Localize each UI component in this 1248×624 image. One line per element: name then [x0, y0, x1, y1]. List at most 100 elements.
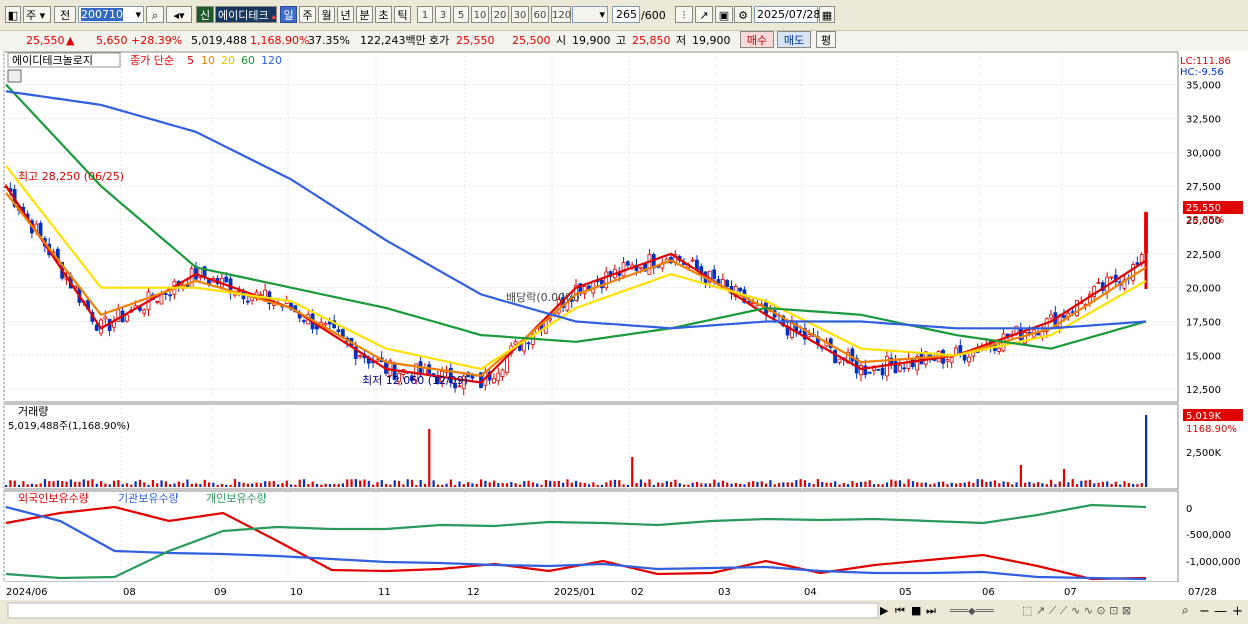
zoom-out-icon[interactable]: − — [1199, 604, 1210, 619]
new-badge[interactable]: 신 — [196, 6, 214, 23]
candle-body — [168, 294, 172, 297]
interval-button-3[interactable]: 3 — [435, 6, 451, 23]
volume-bar — [1002, 481, 1005, 487]
stock-chart[interactable]: 35,00032,50030,00027,50025,00022,50020,0… — [0, 51, 1248, 621]
calendar-icon[interactable]: ▦ — [819, 6, 835, 23]
volume-bar — [169, 484, 172, 487]
zoom-slider-icon[interactable]: ═══◆═══ — [949, 606, 995, 617]
volume-bar — [389, 484, 392, 487]
ma60-label: 60 — [241, 54, 255, 67]
stock-name-field[interactable]: 에이디테크 ▴ — [215, 6, 277, 23]
volume-bar — [251, 483, 254, 487]
zoom-search-icon[interactable]: ⌕ — [1182, 603, 1189, 617]
volume-bar — [907, 479, 910, 487]
scrollbar-track[interactable] — [7, 602, 879, 619]
candle-icon[interactable]: ⫶ — [675, 6, 693, 23]
up-arrow-icon: ▲ — [66, 34, 75, 47]
volume-bar — [1136, 484, 1139, 487]
volume-bar — [242, 482, 245, 487]
interval-button-20[interactable]: 20 — [491, 6, 509, 23]
scroll-right-icon[interactable]: ▶ — [880, 604, 889, 617]
volume-bar — [82, 479, 85, 487]
period-tab-4[interactable]: 분 — [356, 6, 373, 23]
volume-bar — [272, 481, 275, 487]
candle-body — [1096, 282, 1101, 284]
period-tab-5[interactable]: 초 — [375, 6, 392, 23]
trade-amount: 122,243백만 — [360, 34, 426, 47]
volume-current-label: 5,019K — [1186, 411, 1222, 422]
candle-body — [163, 293, 168, 295]
avg-button[interactable]: 평 — [816, 31, 836, 48]
candle-body — [336, 329, 341, 333]
stop-icon[interactable]: ■ — [911, 604, 921, 617]
interval-button-120[interactable]: 120 — [551, 6, 571, 23]
volume-bar — [423, 483, 427, 487]
prev-button[interactable]: 전 — [54, 6, 76, 23]
volume-bar — [613, 479, 617, 487]
interval-button-5[interactable]: 5 — [453, 6, 469, 23]
volume-bar — [385, 483, 388, 487]
volume-current-pct: 1168.90% — [1186, 424, 1237, 435]
candle-body — [323, 322, 328, 326]
interval-button-1[interactable]: 1 — [417, 6, 433, 23]
volume-bar — [1106, 481, 1109, 487]
volume-bar — [536, 483, 539, 487]
chart-area[interactable]: 35,000 32,500 30,000 27,500 25,000 22,500 20,0… — [0, 51, 1248, 621]
zoom-minus-icon[interactable]: — — [1214, 604, 1227, 619]
volume-bar — [290, 484, 293, 487]
candle-body — [833, 349, 837, 364]
volume-bar — [22, 481, 25, 487]
volume-bar — [933, 483, 936, 487]
interval-button-60[interactable]: 60 — [531, 6, 549, 23]
volume-bar — [1024, 482, 1027, 487]
interval-button-10[interactable]: 10 — [471, 6, 489, 23]
volume-bar — [354, 479, 357, 487]
volume-bar — [570, 482, 573, 487]
price-y-tick: 27,500 — [1186, 182, 1221, 193]
buy-button[interactable]: 매수 — [740, 31, 774, 48]
period-tab-2[interactable]: 월 — [318, 6, 335, 23]
rewind-icon[interactable]: ⏮ — [895, 604, 905, 617]
window-menu-icon[interactable]: ◧ — [5, 6, 21, 23]
grid-toggle-icon[interactable] — [7, 69, 22, 83]
fast-forward-icon[interactable]: ⏭ — [926, 604, 936, 617]
range-dropdown[interactable]: ▾ — [572, 6, 608, 23]
volume-bar — [337, 483, 340, 487]
period-tab-0[interactable]: 일 — [280, 6, 297, 23]
volume-bar — [553, 481, 556, 487]
period-tab-1[interactable]: 주 — [299, 6, 316, 23]
draw-tools-icon[interactable]: ⬚ ↗ ⟋ ⟋ ∿ ∿ ⊙ ⊡ ⊠ — [1022, 604, 1131, 617]
volume-bar — [212, 482, 215, 487]
search-icon[interactable]: ⌕ — [146, 6, 164, 23]
gear-icon[interactable]: ⚙ — [734, 6, 752, 23]
save-icon[interactable]: ▣ — [715, 6, 733, 23]
count-input[interactable]: 265 — [612, 6, 640, 23]
volume-bar — [609, 480, 612, 487]
period-tab-3[interactable]: 년 — [337, 6, 354, 23]
date-input[interactable]: 2025/07/28 — [754, 6, 820, 23]
volume-bar — [225, 484, 228, 487]
chevron-down-icon: ▾ — [599, 8, 605, 21]
stock-code-input[interactable]: 200710 ▾ — [78, 6, 144, 23]
period-tab-6[interactable]: 틱 — [394, 6, 411, 23]
period-select[interactable]: 주 ▾ — [23, 6, 51, 23]
zoom-in-icon[interactable]: + — [1232, 604, 1243, 619]
sell-button[interactable]: 매도 — [777, 31, 811, 48]
volume-bar — [704, 483, 707, 487]
volume-bar — [52, 481, 55, 487]
volume-bar — [190, 483, 193, 487]
holding-y-tick-2: -1,000,000 — [1186, 557, 1241, 568]
volume-bar — [186, 479, 189, 487]
volume-bar — [1140, 483, 1143, 487]
price-y-tick: 35,000 — [1186, 81, 1221, 92]
x-axis-label: 11 — [378, 587, 391, 598]
candle-body — [997, 347, 1002, 352]
chevron-down-icon[interactable]: ▾ — [135, 7, 141, 22]
volume-bar — [743, 484, 746, 487]
x-axis-label: 06 — [982, 587, 995, 598]
speaker-icon[interactable]: ◂▾ — [166, 6, 192, 23]
interval-button-30[interactable]: 30 — [511, 6, 529, 23]
draw-tool-icon[interactable]: ↗ — [695, 6, 713, 23]
turnover: 37.35% — [308, 34, 350, 47]
quote-bar: 25,550 ▲ 5,650 +28.39% 5,019,488 1,168.9… — [0, 30, 1248, 52]
